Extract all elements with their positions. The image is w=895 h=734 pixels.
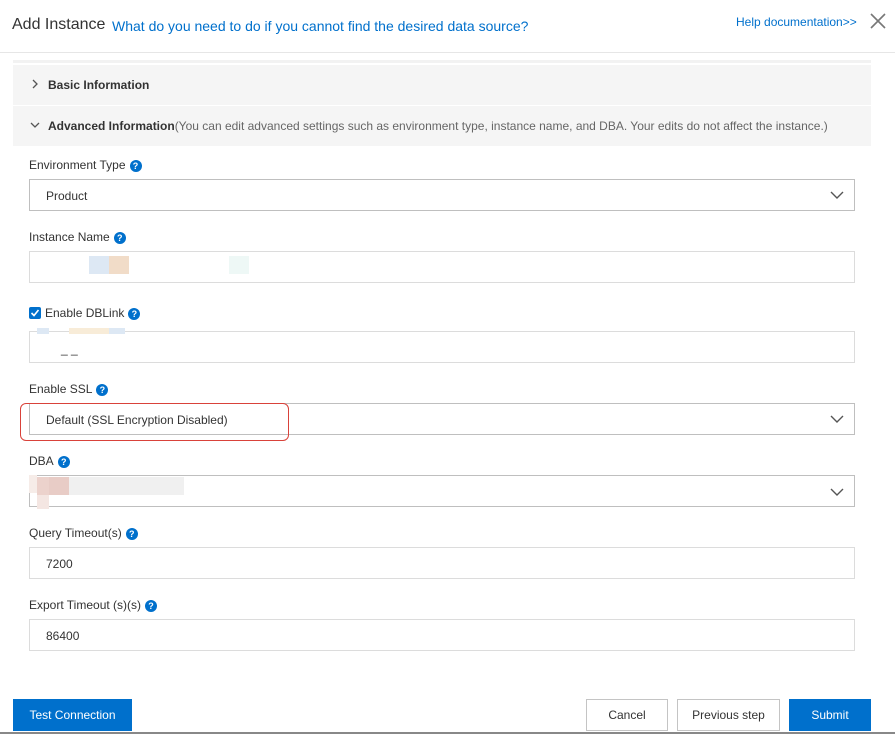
export-timeout-input[interactable]: 86400 bbox=[29, 619, 855, 651]
dba-label-text: DBA bbox=[29, 454, 54, 468]
redacted-block bbox=[89, 256, 109, 274]
help-icon[interactable]: ? bbox=[145, 600, 158, 612]
scroll-shadow bbox=[13, 60, 871, 63]
export-timeout-value: 86400 bbox=[46, 629, 80, 643]
cancel-button[interactable]: Cancel bbox=[586, 699, 668, 731]
export-timeout-label: Export Timeout (s)(s)? bbox=[29, 598, 158, 612]
section-advanced-label: Advanced Information bbox=[48, 119, 175, 133]
previous-step-button[interactable]: Previous step bbox=[677, 699, 780, 731]
redacted-block bbox=[37, 328, 49, 334]
query-timeout-value: 7200 bbox=[46, 557, 73, 571]
redacted-block bbox=[49, 477, 69, 495]
environment-type-label-text: Environment Type bbox=[29, 158, 126, 172]
help-icon[interactable]: ? bbox=[128, 308, 141, 320]
environment-type-label: Environment Type? bbox=[29, 158, 142, 172]
query-timeout-input[interactable]: 7200 bbox=[29, 547, 855, 579]
caret-down-icon bbox=[830, 191, 844, 199]
chevron-right-icon bbox=[32, 79, 38, 89]
redacted-block bbox=[109, 256, 129, 274]
section-basic-information[interactable]: Basic Information bbox=[13, 65, 871, 105]
dblink-input[interactable]: _ _ bbox=[29, 328, 855, 363]
chevron-down-icon bbox=[30, 122, 40, 128]
query-timeout-label-text: Query Timeout(s) bbox=[29, 526, 122, 540]
dblink-value: _ _ bbox=[61, 342, 78, 356]
enable-dblink-label-text: Enable DBLink bbox=[45, 306, 125, 320]
query-timeout-label: Query Timeout(s)? bbox=[29, 526, 138, 540]
redacted-block bbox=[69, 477, 184, 495]
export-timeout-label-text: Export Timeout (s)(s) bbox=[29, 598, 142, 612]
redacted-block bbox=[69, 328, 109, 334]
enable-dblink-checkbox[interactable] bbox=[29, 307, 41, 319]
help-icon[interactable]: ? bbox=[113, 232, 126, 244]
redacted-block bbox=[29, 475, 37, 493]
help-documentation-link[interactable]: Help documentation>> bbox=[736, 15, 857, 29]
dba-label: DBA? bbox=[29, 454, 70, 468]
checkmark-icon bbox=[30, 309, 40, 317]
help-icon[interactable]: ? bbox=[125, 528, 138, 540]
redacted-block bbox=[109, 328, 125, 334]
redacted-block bbox=[37, 477, 49, 495]
redacted-block bbox=[37, 495, 49, 509]
enable-ssl-label-text: Enable SSL bbox=[29, 382, 93, 396]
enable-ssl-label: Enable SSL? bbox=[29, 382, 109, 396]
instance-name-label-text: Instance Name bbox=[29, 230, 110, 244]
help-icon[interactable]: ? bbox=[96, 384, 109, 396]
ssl-highlight-annotation bbox=[20, 403, 289, 441]
section-advanced-title: Advanced Information(You can edit advanc… bbox=[48, 119, 828, 133]
environment-type-value: Product bbox=[46, 189, 88, 203]
redacted-block bbox=[229, 256, 249, 274]
help-icon[interactable]: ? bbox=[57, 456, 70, 468]
instance-name-label: Instance Name? bbox=[29, 230, 126, 244]
close-icon[interactable] bbox=[866, 9, 890, 33]
submit-button[interactable]: Submit bbox=[789, 699, 871, 731]
section-advanced-information[interactable]: Advanced Information(You can edit advanc… bbox=[13, 106, 871, 146]
missing-data-source-link[interactable]: What do you need to do if you cannot fin… bbox=[112, 18, 528, 34]
instance-name-input[interactable] bbox=[29, 251, 855, 283]
caret-down-icon bbox=[830, 488, 844, 496]
caret-down-icon bbox=[830, 415, 844, 423]
dialog-header: Add Instance What do you need to do if y… bbox=[0, 0, 895, 53]
section-advanced-hint: (You can edit advanced settings such as … bbox=[174, 119, 828, 133]
environment-type-select[interactable]: Product bbox=[29, 179, 855, 211]
help-icon[interactable]: ? bbox=[129, 160, 142, 172]
test-connection-button[interactable]: Test Connection bbox=[13, 699, 132, 731]
dba-select[interactable] bbox=[29, 475, 855, 509]
section-basic-label: Basic Information bbox=[48, 78, 150, 92]
dialog-title: Add Instance bbox=[12, 16, 106, 33]
enable-dblink-label: Enable DBLink? bbox=[45, 306, 141, 320]
